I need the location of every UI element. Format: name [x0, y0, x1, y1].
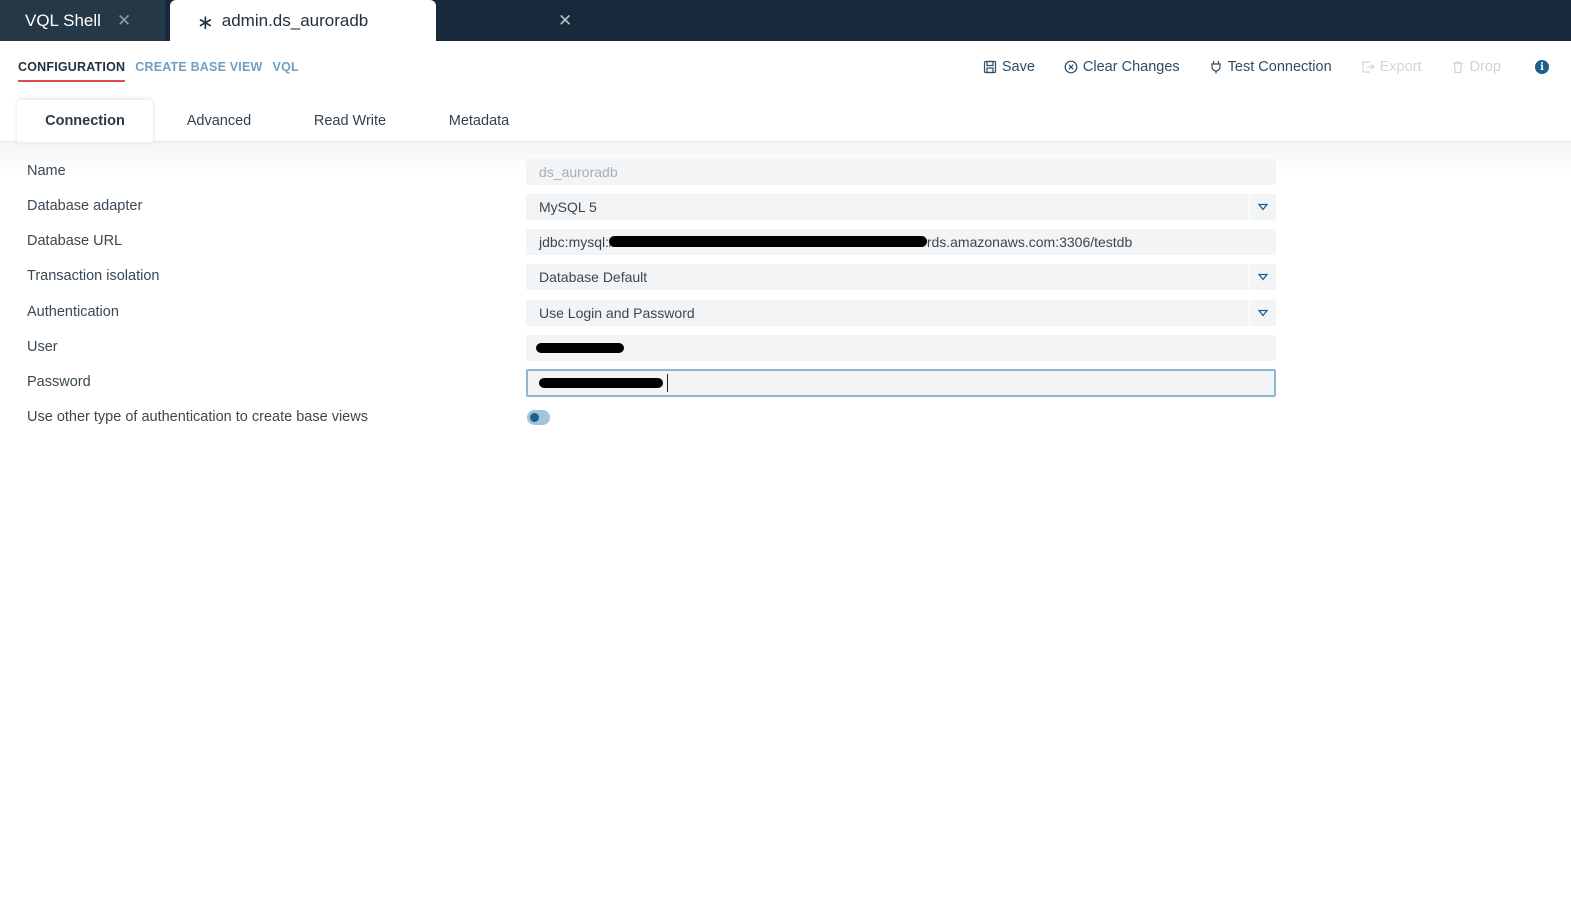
clear-changes-label: Clear Changes — [1082, 59, 1180, 75]
transaction-isolation-value: Database Default — [539, 269, 648, 285]
nav-configuration[interactable]: CONFIGURATION — [18, 60, 126, 82]
plug-icon — [1211, 61, 1221, 74]
user-field[interactable] — [526, 335, 1276, 361]
tab-read-write[interactable]: Read Write — [298, 100, 402, 142]
transaction-isolation-label: Transaction isolation — [27, 268, 160, 284]
database-adapter-row: Database adapter MySQL 5 — [0, 193, 1571, 221]
nav-create-base-view[interactable]: CREATE BASE VIEW — [135, 60, 262, 82]
tab-advanced[interactable]: Advanced — [167, 100, 271, 142]
tab-admin-ds-auroradb[interactable]: ∗ admin.ds_auroradb ✕ — [170, 0, 572, 41]
close-icon[interactable]: ✕ — [558, 11, 572, 31]
export-label: Export — [1379, 59, 1422, 75]
view-nav: CONFIGURATION CREATE BASE VIEW VQL — [18, 60, 299, 82]
info-icon[interactable]: i — [1535, 60, 1549, 74]
authentication-row: Authentication Use Login and Password — [0, 299, 1571, 327]
user-label: User — [27, 339, 58, 355]
database-adapter-select[interactable]: MySQL 5 — [526, 194, 1276, 220]
password-field[interactable] — [526, 369, 1276, 397]
nav-vql[interactable]: VQL — [273, 60, 299, 82]
password-row: Password — [0, 369, 1571, 397]
save-icon — [983, 60, 996, 74]
transaction-isolation-select[interactable]: Database Default — [526, 264, 1276, 290]
drop-button[interactable]: Drop — [1451, 59, 1501, 75]
chevron-down-icon[interactable] — [1249, 194, 1276, 220]
test-connection-button[interactable]: Test Connection — [1209, 59, 1332, 75]
name-field: ds_auroradb — [526, 159, 1276, 185]
window-tab-bar: VQL Shell ✕ ∗ admin.ds_auroradb ✕ — [0, 0, 1571, 41]
database-url-label: Database URL — [27, 233, 123, 249]
clear-icon — [1064, 60, 1078, 74]
password-label: Password — [27, 374, 91, 390]
authentication-select[interactable]: Use Login and Password — [526, 300, 1276, 326]
section-tabs: Connection Advanced Read Write Metadata — [0, 100, 1571, 142]
close-icon[interactable]: ✕ — [117, 11, 131, 31]
other-auth-row: Use other type of authentication to crea… — [0, 404, 1571, 432]
authentication-value: Use Login and Password — [539, 305, 695, 321]
other-auth-toggle[interactable] — [527, 410, 550, 425]
tab-metadata[interactable]: Metadata — [430, 100, 528, 142]
drop-label: Drop — [1469, 59, 1501, 75]
chevron-down-icon[interactable] — [1249, 300, 1276, 326]
redacted-user — [536, 343, 624, 353]
export-button[interactable]: Export — [1361, 59, 1422, 75]
name-row: Name ds_auroradb — [0, 158, 1571, 186]
database-url-suffix: rds.amazonaws.com:3306/testdb — [926, 234, 1133, 250]
tab-label: admin.ds_auroradb — [221, 10, 369, 30]
modified-icon: ∗ — [197, 11, 214, 34]
database-url-row: Database URL jdbc:mysql:// rds.amazonaws… — [0, 228, 1571, 256]
database-url-field[interactable]: jdbc:mysql:// rds.amazonaws.com:3306/tes… — [526, 229, 1276, 255]
toggle-knob — [530, 413, 539, 422]
export-icon — [1362, 61, 1375, 73]
name-label: Name — [27, 163, 66, 179]
tab-connection[interactable]: Connection — [17, 100, 153, 142]
user-row: User — [0, 334, 1571, 362]
database-adapter-value: MySQL 5 — [539, 199, 597, 215]
tab-vql-shell[interactable]: VQL Shell ✕ — [0, 0, 165, 41]
redacted-host — [608, 235, 927, 247]
transaction-isolation-row: Transaction isolation Database Default — [0, 263, 1571, 291]
chevron-down-icon[interactable] — [1249, 264, 1276, 290]
test-connection-label: Test Connection — [1227, 59, 1332, 75]
redacted-password — [539, 378, 663, 388]
toolbar: Save Clear Changes Test Connection Expor… — [954, 59, 1549, 75]
database-url-prefix: jdbc:mysql:// — [539, 234, 617, 250]
tab-label: VQL Shell — [25, 10, 101, 30]
clear-changes-button[interactable]: Clear Changes — [1064, 59, 1180, 75]
save-label: Save — [1001, 59, 1035, 75]
save-button[interactable]: Save — [983, 59, 1035, 75]
trash-icon — [1452, 61, 1463, 74]
text-cursor — [667, 374, 668, 392]
other-auth-label: Use other type of authentication to crea… — [27, 409, 368, 425]
database-adapter-label: Database adapter — [27, 198, 143, 214]
authentication-label: Authentication — [27, 304, 119, 320]
